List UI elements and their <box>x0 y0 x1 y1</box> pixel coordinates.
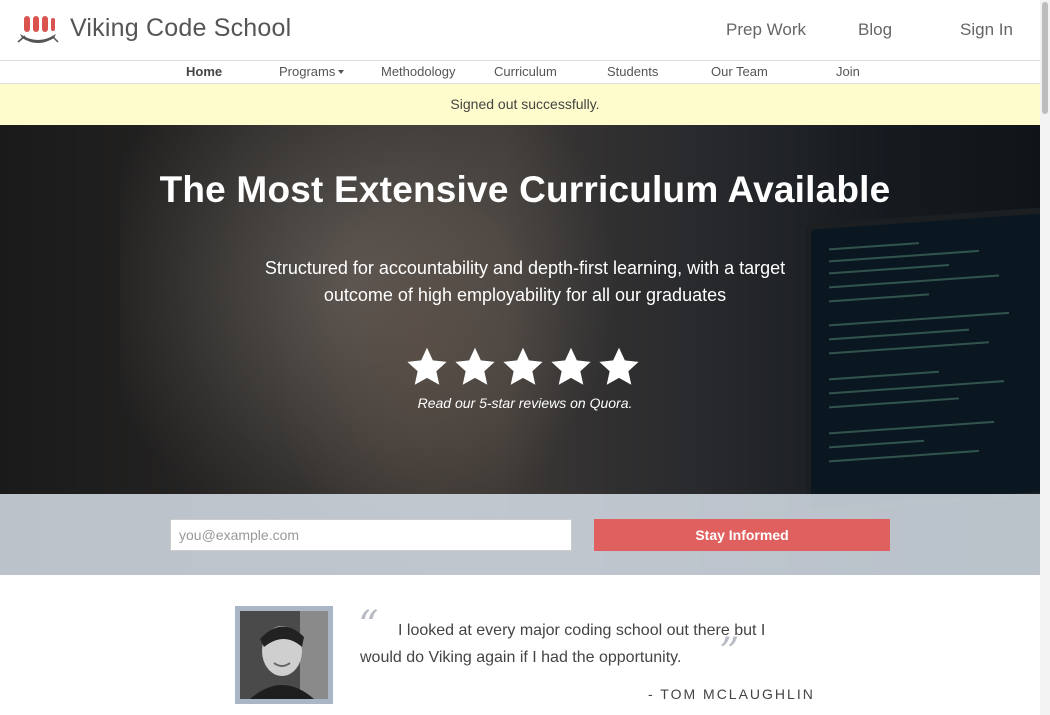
brand-name[interactable]: Viking Code School <box>70 14 291 43</box>
star-icon <box>551 347 591 385</box>
nav-item-join[interactable]: Join <box>836 64 860 79</box>
testimonial-quote-text: I looked at every major coding school ou… <box>360 622 766 666</box>
code-line <box>829 311 1009 327</box>
hero-title: The Most Extensive Curriculum Available <box>159 169 891 210</box>
scrollbar-thumb[interactable] <box>1042 2 1048 114</box>
hero-background-monitor <box>805 205 1050 515</box>
caret-down-icon <box>338 69 345 74</box>
code-line <box>829 264 949 275</box>
avatar-photo <box>240 611 328 699</box>
hero-subtitle: Structured for accountability and depth-… <box>264 258 786 305</box>
stay-informed-button[interactable]: Stay Informed <box>594 519 890 551</box>
star-icon <box>455 347 495 385</box>
top-header: Viking Code School Prep Work Blog Sign I… <box>0 0 1050 60</box>
sign-in-link[interactable]: Sign In <box>960 20 1013 40</box>
code-line <box>829 370 939 381</box>
person-photo-icon <box>240 611 328 699</box>
star-icon <box>407 347 447 385</box>
code-line <box>829 328 969 341</box>
code-line <box>829 449 979 463</box>
code-line <box>829 439 924 449</box>
code-line <box>829 293 929 303</box>
code-line <box>829 341 989 355</box>
email-input[interactable] <box>170 519 572 551</box>
secondary-nav: Home Programs Methodology Curriculum Stu… <box>0 60 1050 84</box>
code-line <box>829 274 999 289</box>
nav-item-programs[interactable]: Programs <box>279 64 345 79</box>
nav-item-home[interactable]: Home <box>186 64 222 79</box>
nav-item-curriculum[interactable]: Curriculum <box>494 64 557 79</box>
code-line <box>829 380 1004 395</box>
code-line <box>829 420 994 435</box>
viking-ship-logo-icon[interactable] <box>16 12 60 48</box>
flash-alert: Signed out successfully. <box>0 84 1050 125</box>
page-scrollbar[interactable] <box>1040 0 1050 715</box>
nav-item-our-team[interactable]: Our Team <box>711 64 768 79</box>
star-icon <box>503 347 543 385</box>
nav-item-methodology[interactable]: Methodology <box>381 64 455 79</box>
star-rating[interactable] <box>405 345 645 389</box>
code-line <box>829 249 979 263</box>
code-line <box>829 242 919 251</box>
star-icon <box>599 347 639 385</box>
signup-band: Stay Informed <box>0 494 1050 575</box>
testimonial-avatar <box>235 606 333 704</box>
quora-reviews-link[interactable]: Read our 5-star reviews on Quora. <box>0 395 1050 411</box>
prep-work-link[interactable]: Prep Work <box>726 20 806 40</box>
blog-link[interactable]: Blog <box>858 20 892 40</box>
nav-item-students[interactable]: Students <box>607 64 658 79</box>
nav-item-programs-label: Programs <box>279 64 336 79</box>
close-quote-icon: ” <box>719 630 740 676</box>
testimonial-author: - TOM MCLAUGHLIN <box>648 686 815 702</box>
